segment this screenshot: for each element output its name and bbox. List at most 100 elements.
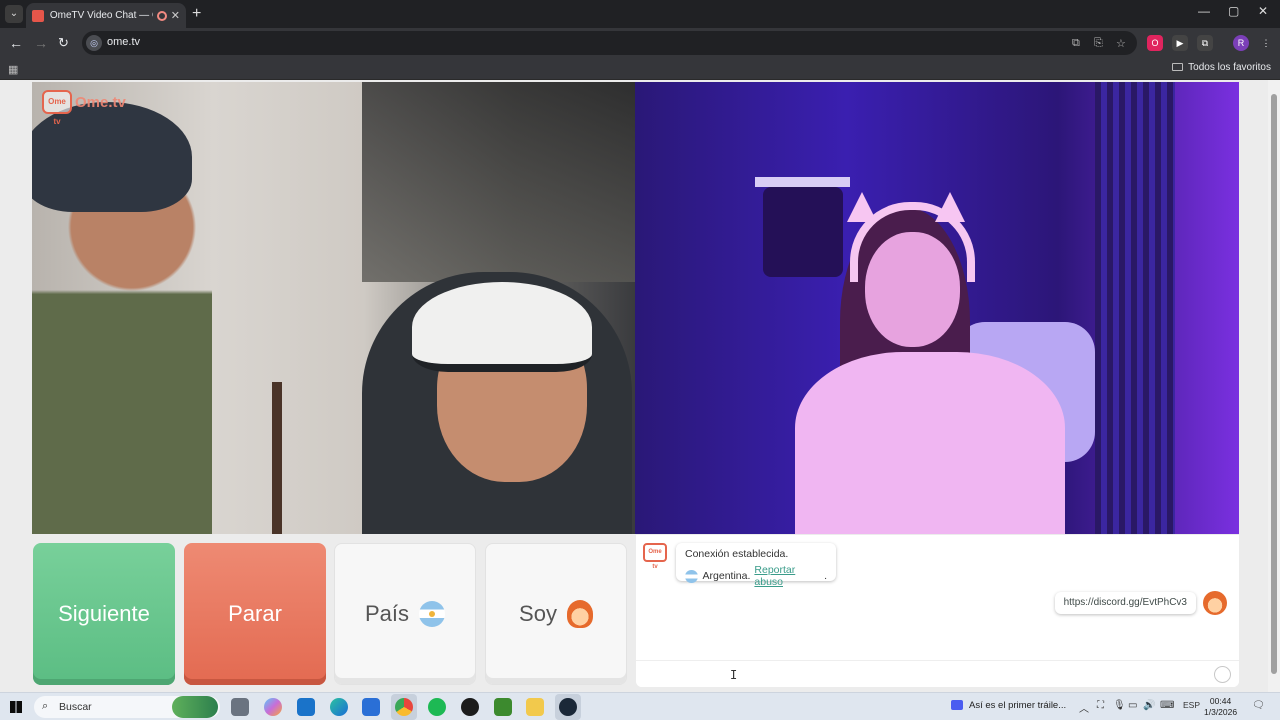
windows-icon[interactable] bbox=[10, 701, 22, 713]
extension-icon[interactable]: O bbox=[1147, 35, 1163, 51]
cap-right bbox=[412, 282, 592, 372]
tv-logo-icon: Ome tv bbox=[42, 90, 72, 126]
spotify-icon[interactable] bbox=[428, 698, 446, 716]
page-scrollbar[interactable] bbox=[1268, 80, 1280, 692]
stop-label: Parar bbox=[228, 601, 282, 626]
tray-chevron-icon[interactable]: ︿ bbox=[1079, 700, 1089, 715]
coat-rack bbox=[755, 177, 850, 187]
menu-dots-icon[interactable]: ⋮ bbox=[1258, 35, 1274, 51]
ometv-page: Ome tv Ome.tv Siguiente Parar País Soy O… bbox=[0, 80, 1280, 692]
chat-panel: Ome tv Conexión establecida. Argentina. … bbox=[636, 535, 1239, 687]
apps-grid-icon[interactable]: ▦ bbox=[8, 63, 18, 76]
cat-ear-right bbox=[935, 192, 965, 222]
new-tab-button[interactable]: + bbox=[192, 5, 201, 23]
all-bookmarks[interactable]: Todos los favoritos bbox=[1172, 62, 1271, 73]
clock-time: 00:44 bbox=[1209, 696, 1232, 706]
all-bookmarks-label: Todos los favoritos bbox=[1188, 62, 1271, 73]
news-widget[interactable]: Así es el primer tráile... bbox=[951, 700, 1066, 711]
files-icon[interactable] bbox=[526, 698, 544, 716]
back-icon[interactable]: ← bbox=[9, 35, 23, 51]
app-icon[interactable] bbox=[461, 698, 479, 716]
browser-toolbar: ← → ↻ ◎ ome.tv ⧉ ⎘ ☆ O ▶ ⧉ R ⋮ bbox=[0, 28, 1280, 58]
site-info-icon[interactable]: ◎ bbox=[86, 35, 102, 51]
cat-ear-left bbox=[847, 192, 877, 222]
my-chat-message: https://discord.gg/EvtPhCv3 bbox=[1054, 592, 1196, 614]
media-extension-icon[interactable]: ▶ bbox=[1172, 35, 1188, 51]
local-video: Ome tv Ome.tv bbox=[32, 82, 635, 534]
microphone-icon[interactable]: 🎙 bbox=[1113, 700, 1126, 711]
scrollbar-thumb[interactable] bbox=[1271, 94, 1277, 674]
hanging-bag bbox=[763, 187, 843, 277]
girl-emoji-icon bbox=[566, 600, 593, 628]
my-avatar-icon bbox=[1203, 591, 1227, 615]
taskbar-search[interactable]: ⌕ Buscar bbox=[34, 696, 220, 718]
search-highlight-image bbox=[172, 696, 218, 718]
tab-search-icon[interactable]: ⌄ bbox=[5, 5, 23, 23]
profile-avatar-icon[interactable]: R bbox=[1233, 35, 1249, 51]
stop-button[interactable]: Parar bbox=[184, 543, 326, 685]
chrome-icon[interactable] bbox=[395, 698, 413, 716]
close-window-button[interactable]: ✕ bbox=[1258, 4, 1268, 18]
system-message: Conexión establecida. Argentina. Reporta… bbox=[676, 543, 836, 588]
extensions-puzzle-icon[interactable]: ⧉ bbox=[1197, 35, 1213, 51]
bookmarks-bar: ▦ Todos los favoritos bbox=[0, 58, 1280, 80]
bookmark-star-icon[interactable]: ☆ bbox=[1116, 37, 1126, 50]
emoji-picker-icon[interactable] bbox=[1214, 666, 1231, 683]
address-bar[interactable]: ◎ ome.tv ⧉ ⎘ ☆ bbox=[82, 31, 1137, 55]
next-button[interactable]: Siguiente bbox=[33, 543, 175, 685]
outlook-icon[interactable] bbox=[297, 698, 315, 716]
gender-button[interactable]: Soy bbox=[485, 543, 627, 685]
browser-tab[interactable]: OmeTV Video Chat — Ome ✕ bbox=[26, 3, 186, 28]
country-button[interactable]: País bbox=[334, 543, 476, 685]
partner-country: Argentina. bbox=[702, 570, 751, 582]
copilot-icon[interactable] bbox=[264, 698, 282, 716]
news-icon bbox=[951, 700, 963, 711]
reload-icon[interactable]: ↻ bbox=[58, 35, 69, 51]
country-label: País bbox=[364, 601, 410, 626]
recording-icon bbox=[156, 10, 167, 21]
minimize-button[interactable]: — bbox=[1198, 4, 1210, 18]
chat-input[interactable]: I bbox=[636, 660, 1239, 687]
clock[interactable]: 00:44 1/3/2026 bbox=[1204, 696, 1237, 718]
search-icon: ⌕ bbox=[42, 700, 49, 712]
minecraft-icon[interactable] bbox=[494, 698, 512, 716]
blinds bbox=[1095, 82, 1175, 534]
browser-tabbar: ⌄ OmeTV Video Chat — Ome ✕ + — ▢ ✕ bbox=[0, 0, 1280, 28]
ometv-chat-logo-icon: Ome tv bbox=[643, 543, 667, 570]
gender-label: Soy bbox=[519, 601, 557, 626]
folder-icon bbox=[1172, 63, 1184, 72]
language-indicator[interactable]: ESP bbox=[1183, 700, 1200, 710]
notifications-icon[interactable]: 🗨 bbox=[1252, 700, 1265, 711]
clock-date: 1/3/2026 bbox=[1204, 707, 1238, 717]
tab-title: OmeTV Video Chat — Ome bbox=[49, 10, 153, 21]
steam-icon[interactable] bbox=[559, 698, 577, 716]
network-icon[interactable]: ▭ bbox=[1128, 700, 1137, 711]
text-cursor-icon: I bbox=[730, 668, 738, 682]
keyboard-icon[interactable]: ⌨ bbox=[1160, 700, 1174, 711]
volume-icon[interactable]: 🔊 bbox=[1143, 700, 1155, 711]
store-icon[interactable] bbox=[362, 698, 380, 716]
windows-taskbar: ⌕ Buscar Así es el primer tráile... ︿ ⛶ … bbox=[0, 692, 1280, 720]
report-abuse-link[interactable]: Reportar abuso bbox=[754, 564, 824, 588]
url-text[interactable]: ome.tv bbox=[107, 36, 140, 48]
argentina-flag-icon bbox=[685, 569, 698, 583]
close-tab-icon[interactable]: ✕ bbox=[171, 9, 180, 22]
ometv-logo: Ome tv Ome.tv bbox=[42, 90, 126, 126]
next-label: Siguiente bbox=[58, 601, 150, 626]
forward-icon[interactable]: → bbox=[34, 35, 48, 51]
ceiling-shadow bbox=[362, 82, 635, 282]
edge-icon[interactable] bbox=[330, 698, 348, 716]
search-label: Buscar bbox=[59, 701, 92, 713]
install-app-icon[interactable]: ⎘ bbox=[1094, 37, 1103, 50]
remote-video bbox=[635, 82, 1239, 534]
argentina-flag-icon bbox=[419, 601, 446, 627]
restore-button[interactable]: ▢ bbox=[1228, 4, 1239, 18]
person-body bbox=[795, 352, 1065, 534]
task-view-icon[interactable] bbox=[231, 698, 249, 716]
translate-icon[interactable]: ⧉ bbox=[1072, 37, 1080, 50]
logo-text: Ome.tv bbox=[75, 93, 126, 111]
chair bbox=[202, 382, 282, 534]
report-suffix: . bbox=[824, 570, 827, 582]
news-text: Así es el primer tráile... bbox=[969, 700, 1067, 711]
tray-app-icon[interactable]: ⛶ bbox=[1097, 700, 1104, 711]
